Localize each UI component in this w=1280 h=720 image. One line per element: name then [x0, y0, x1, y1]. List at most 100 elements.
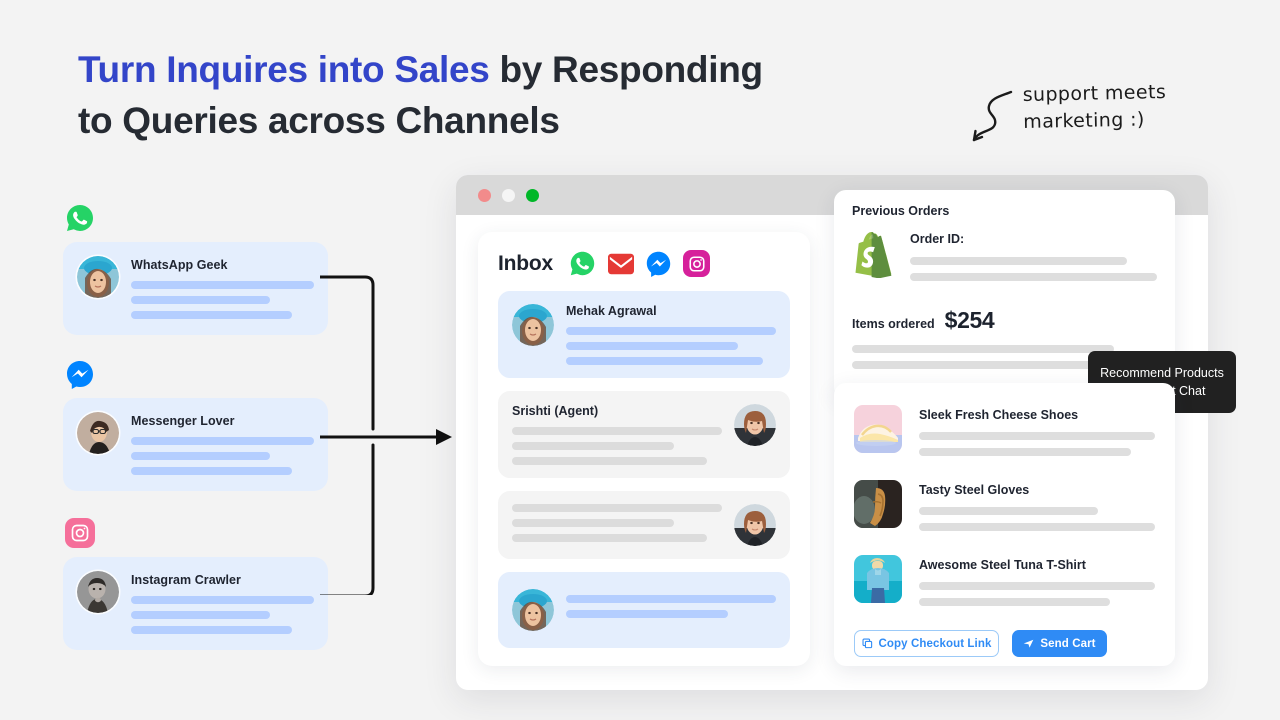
placeholder-bar — [852, 345, 1115, 353]
channel-name: WhatsApp Geek — [131, 258, 228, 272]
gloves-thumb — [854, 480, 902, 528]
window-maximize-dot[interactable] — [526, 188, 539, 202]
items-ordered-row: Items ordered $254 — [852, 307, 1157, 334]
product-body: Awesome Steel Tuna T-Shirt — [919, 555, 1155, 614]
page-title-rest: by Responding — [489, 49, 763, 90]
channel-name: Instagram Crawler — [131, 573, 241, 587]
previous-orders-title: Previous Orders — [852, 204, 950, 218]
message-sender-name: Srishti (Agent) — [512, 404, 599, 418]
annotation-line-2: marketing :) — [1023, 108, 1145, 134]
instagram-icon[interactable] — [683, 250, 710, 277]
product-name: Awesome Steel Tuna T-Shirt — [919, 558, 1086, 572]
message-body — [512, 504, 722, 542]
shoes-thumb — [854, 405, 902, 453]
tooltip-line-1: Recommend Products — [1100, 366, 1224, 380]
avatar — [77, 256, 119, 298]
product-name: Tasty Steel Gloves — [919, 483, 1030, 497]
annotation-line-1: support meets — [1022, 81, 1167, 107]
placeholder-bar — [131, 452, 271, 460]
avatar — [734, 504, 776, 546]
copy-checkout-link-button[interactable]: Copy Checkout Link — [854, 630, 999, 657]
inbox-message-row[interactable]: Mehak Agrawal — [498, 291, 790, 378]
whatsapp-icon — [65, 203, 95, 233]
product-row[interactable]: Awesome Steel Tuna T-Shirt — [854, 555, 1155, 614]
placeholder-bar — [566, 327, 776, 335]
product-body: Tasty Steel Gloves — [919, 480, 1155, 539]
placeholder-bar — [131, 296, 271, 304]
placeholder-bar — [919, 432, 1155, 440]
placeholder-bar — [512, 504, 722, 512]
inbox-title: Inbox — [498, 251, 553, 275]
placeholder-bar — [919, 523, 1155, 531]
recommended-products-card: Sleek Fresh Cheese Shoes Tasty Steel Glo… — [834, 383, 1175, 666]
channel-group-whatsapp: WhatsApp Geek — [63, 203, 328, 335]
placeholder-bar — [131, 626, 293, 634]
product-row[interactable]: Sleek Fresh Cheese Shoes — [854, 405, 1155, 464]
order-id-label: Order ID: — [910, 232, 965, 246]
curly-arrow-icon — [972, 90, 1013, 142]
window-minimize-dot[interactable] — [502, 188, 515, 202]
placeholder-bar — [512, 534, 708, 542]
channel-name: Messenger Lover — [131, 414, 235, 428]
placeholder-bar — [131, 311, 293, 319]
inbox-message-row[interactable]: Srishti (Agent) — [498, 391, 790, 478]
copy-checkout-link-label: Copy Checkout Link — [878, 637, 992, 650]
placeholder-bar — [566, 610, 728, 618]
avatar — [734, 404, 776, 446]
shopify-icon — [852, 228, 896, 283]
product-body: Sleek Fresh Cheese Shoes — [919, 405, 1155, 464]
placeholder-bar — [131, 467, 293, 475]
handwritten-annotation: support meets marketing :) — [965, 78, 1215, 158]
send-cart-label: Send Cart — [1040, 637, 1096, 650]
channel-card-instagram[interactable]: Instagram Crawler — [63, 557, 328, 650]
order-fields: Order ID: — [910, 228, 1157, 289]
placeholder-bar — [512, 442, 674, 450]
product-name: Sleek Fresh Cheese Shoes — [919, 408, 1079, 422]
avatar — [77, 412, 119, 454]
channel-group-messenger: Messenger Lover — [63, 359, 328, 491]
channel-card-body: Instagram Crawler — [131, 571, 314, 634]
placeholder-bar — [910, 273, 1157, 281]
inbox-header: Inbox — [498, 250, 790, 277]
channel-group-instagram: Instagram Crawler — [63, 518, 328, 650]
gmail-icon[interactable] — [607, 250, 634, 277]
placeholder-bar — [131, 437, 314, 445]
avatar — [512, 304, 554, 346]
channel-card-body: Messenger Lover — [131, 412, 314, 475]
placeholder-bar — [512, 427, 722, 435]
instagram-icon — [65, 518, 95, 548]
flow-connector-arrow — [320, 275, 452, 595]
inbox-message-row[interactable] — [498, 491, 790, 559]
whatsapp-icon[interactable] — [569, 250, 596, 277]
placeholder-bar — [919, 507, 1099, 515]
send-cart-button[interactable]: Send Cart — [1012, 630, 1107, 657]
placeholder-bar — [512, 519, 674, 527]
messenger-icon[interactable] — [645, 250, 672, 277]
placeholder-bar — [919, 448, 1132, 456]
placeholder-bar — [131, 596, 314, 604]
copy-icon — [861, 638, 872, 649]
placeholder-bar — [131, 281, 314, 289]
placeholder-bar — [910, 257, 1128, 265]
product-row[interactable]: Tasty Steel Gloves — [854, 480, 1155, 539]
order-summary-row: Order ID: — [852, 228, 1157, 289]
avatar — [77, 571, 119, 613]
product-actions: Copy Checkout Link Send Cart — [854, 630, 1155, 657]
placeholder-bar — [131, 611, 271, 619]
message-sender-name: Mehak Agrawal — [566, 304, 657, 318]
avatar — [512, 589, 554, 631]
window-close-dot[interactable] — [478, 188, 491, 202]
placeholder-bar — [512, 457, 708, 465]
placeholder-bar — [566, 342, 739, 350]
channel-card-messenger[interactable]: Messenger Lover — [63, 398, 328, 491]
placeholder-bar — [919, 582, 1155, 590]
messenger-icon — [65, 359, 95, 389]
placeholder-bar — [919, 598, 1111, 606]
placeholder-bar — [566, 357, 764, 365]
inbox-message-row[interactable] — [498, 572, 790, 648]
message-body: Mehak Agrawal — [566, 304, 776, 365]
annotation-text: support meets marketing :) — [1022, 78, 1218, 136]
channel-card-whatsapp[interactable]: WhatsApp Geek — [63, 242, 328, 335]
message-body: Srishti (Agent) — [512, 404, 722, 465]
items-ordered-amount: $254 — [944, 307, 995, 333]
